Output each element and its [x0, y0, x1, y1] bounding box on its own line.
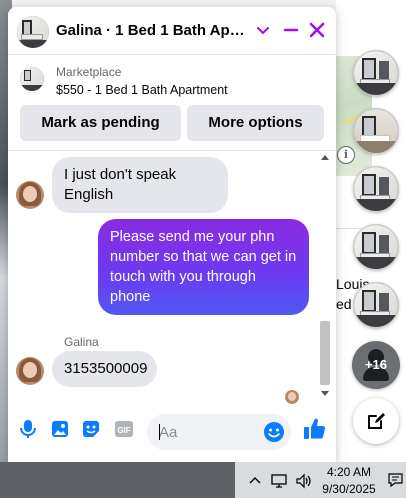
listing-title[interactable]: $550 - 1 Bed 1 Bath Apartment	[56, 83, 228, 97]
background-text: ed	[336, 296, 352, 312]
volume-icon[interactable]	[295, 473, 313, 489]
chat-title[interactable]: Galina · 1 Bed 1 Bath Apart...	[56, 22, 252, 39]
microphone-icon[interactable]	[17, 418, 39, 440]
more-chats-count: +16	[364, 357, 388, 372]
emoji-icon[interactable]	[263, 421, 285, 443]
chat-window: Galina · 1 Bed 1 Bath Apart... Marketpla…	[8, 7, 336, 462]
sticker-icon[interactable]	[80, 418, 102, 440]
svg-text:GIF: GIF	[117, 426, 130, 435]
taskbar: 4:20 AM 9/30/2025	[0, 462, 406, 498]
scroll-up-arrow-icon[interactable]	[321, 155, 329, 160]
composer: GIF	[8, 402, 336, 462]
clock-time[interactable]: 4:20 AM	[322, 465, 376, 479]
listing-avatar[interactable]	[17, 16, 49, 48]
taskbar-overlay	[0, 462, 235, 498]
scrollbar[interactable]	[318, 155, 332, 399]
message-list[interactable]: I just don't speak English Please send m…	[8, 151, 336, 404]
more-chats-button[interactable]: +16	[352, 341, 400, 389]
chat-head-avatar[interactable]	[353, 224, 399, 270]
new-message-button[interactable]	[353, 398, 399, 444]
chevron-down-icon[interactable]	[255, 21, 271, 39]
outgoing-message: Please send me your phn number so that w…	[98, 219, 309, 315]
mark-pending-button[interactable]: Mark as pending	[20, 105, 181, 141]
incoming-message: I just don't speak English	[52, 157, 228, 213]
sender-name: Galina	[64, 335, 99, 349]
sender-avatar[interactable]	[16, 181, 44, 209]
info-icon[interactable]: i	[337, 146, 355, 164]
clock-date[interactable]: 9/30/2025	[318, 482, 380, 496]
compose-icon	[368, 413, 385, 429]
scroll-down-arrow-icon[interactable]	[321, 391, 329, 396]
network-icon[interactable]	[271, 473, 289, 489]
more-options-button[interactable]: More options	[187, 105, 324, 141]
notification-icon[interactable]	[388, 472, 404, 488]
text-cursor	[159, 424, 160, 440]
scrollbar-thumb[interactable]	[320, 321, 330, 385]
sender-avatar[interactable]	[16, 357, 44, 385]
chat-head-avatar[interactable]	[353, 108, 399, 154]
close-button[interactable]	[306, 19, 328, 41]
chat-head-avatar[interactable]	[353, 166, 399, 212]
minimize-button[interactable]	[280, 19, 302, 41]
thumbs-up-icon[interactable]	[302, 416, 328, 442]
chat-head-avatar[interactable]	[353, 282, 399, 328]
chevron-up-icon[interactable]	[248, 474, 262, 486]
listing-thumbnail[interactable]	[20, 67, 44, 91]
chat-head-avatar[interactable]	[353, 50, 399, 96]
listing-source: Marketplace	[56, 65, 122, 79]
gif-icon[interactable]: GIF	[113, 418, 135, 440]
incoming-message: 3153500009	[52, 351, 157, 387]
listing-card: Marketplace $550 - 1 Bed 1 Bath Apartmen…	[8, 55, 336, 151]
chat-header[interactable]: Galina · 1 Bed 1 Bath Apart...	[8, 7, 336, 55]
photo-icon[interactable]	[49, 418, 71, 440]
